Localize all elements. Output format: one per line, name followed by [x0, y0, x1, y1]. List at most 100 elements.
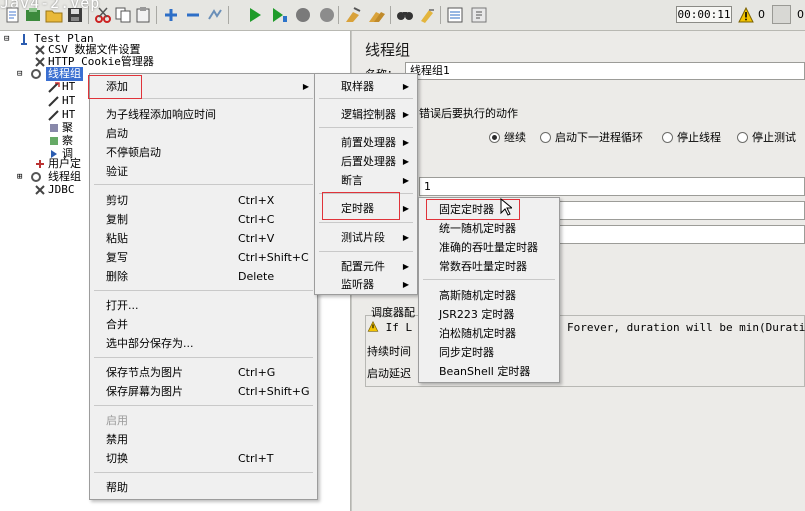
collapse-icon[interactable] [184, 6, 202, 24]
menu-item-validate[interactable]: 验证 [90, 162, 317, 181]
mouse-cursor-icon [500, 198, 512, 216]
tree-item-aggregate[interactable]: 聚 [62, 121, 73, 135]
radio-start-next-loop[interactable]: 启动下一进程循环 [540, 129, 643, 145]
scheduler-warning-text: If L [385, 321, 413, 334]
toolbar-separator [390, 6, 391, 24]
tree-toggle-icon[interactable]: ⊞ [17, 170, 22, 184]
radio-stop-test[interactable]: 停止测试 [737, 129, 796, 145]
submenu-arrow-icon: ▶ [402, 157, 409, 166]
thread-group-icon [31, 69, 41, 79]
scheduler-warning-tail: Forever, duration will be min(Duration, [567, 321, 805, 334]
function-helper-icon[interactable] [446, 6, 464, 24]
paste-icon[interactable] [134, 6, 152, 24]
radio-button[interactable] [540, 131, 551, 143]
menu-item-duplicate[interactable]: 复写 Ctrl+Shift+C [90, 248, 317, 267]
copy-icon[interactable] [114, 6, 132, 24]
submenu-arrow-icon: ▶ [402, 233, 409, 242]
submenu-item-post-processor[interactable]: 后置处理器 ▶ [315, 152, 417, 171]
cut-icon[interactable] [94, 6, 112, 24]
scheduler-warning: If L Forever, duration will be min(Durat… [367, 320, 805, 334]
timer-item-uniform-random[interactable]: 统一随机定时器 [419, 219, 559, 238]
timer-item-jsr223[interactable]: JSR223 定时器 [419, 305, 559, 324]
menu-item-copy[interactable]: 复制 Ctrl+C [90, 210, 317, 229]
submenu-item-pre-processor[interactable]: 前置处理器 ▶ [315, 133, 417, 152]
submenu-item-listener[interactable]: 监听器 ▶ [315, 275, 417, 294]
add-submenu: 取样器 ▶ 逻辑控制器 ▶ 前置处理器 ▶ 后置处理器 ▶ 断言 ▶ 定时器 ▶ 测试片段 ▶… [314, 73, 418, 295]
open-icon[interactable] [45, 6, 63, 24]
timer-item-precise-throughput[interactable]: 准确的吞吐量定时器 [419, 238, 559, 257]
http-sampler-icon [48, 82, 60, 93]
error-action-title: 错误后要执行的动作 [419, 107, 518, 120]
timer-item-synchronizing[interactable]: 同步定时器 [419, 343, 559, 362]
save-icon[interactable] [66, 6, 84, 24]
warning-icon[interactable] [738, 7, 754, 23]
submenu-item-assertion[interactable]: 断言 ▶ [315, 171, 417, 190]
submenu-item-test-fragment[interactable]: 测试片段 ▶ [315, 228, 417, 247]
tree-toggle-icon[interactable]: ⊟ [17, 67, 22, 81]
menu-item-help[interactable]: 帮助 [90, 478, 317, 497]
radio-button[interactable] [489, 131, 500, 143]
menu-item-save-selection[interactable]: 选中部分保存为... [90, 334, 317, 353]
timer-item-poisson-random[interactable]: 泊松随机定时器 [419, 324, 559, 343]
timer-item-gaussian-random[interactable]: 高斯随机定时器 [419, 286, 559, 305]
submenu-item-sampler[interactable]: 取样器 ▶ [315, 77, 417, 96]
submenu-item-logic-controller[interactable]: 逻辑控制器 ▶ [315, 105, 417, 124]
thread-group-icon [31, 172, 41, 182]
radio-stop-thread[interactable]: 停止线程 [662, 129, 721, 145]
tree-item-http-2[interactable]: HT [62, 94, 75, 108]
submenu-arrow-icon: ▶ [402, 262, 409, 271]
menu-item-add[interactable]: 添加 ▶ [90, 77, 317, 96]
clear-icon[interactable] [344, 6, 362, 24]
clear-all-icon[interactable] [368, 6, 386, 24]
menu-item-save-node-image[interactable]: 保存节点为图片 Ctrl+G [90, 363, 317, 382]
tree-item-jdbc[interactable]: JDBC [48, 183, 75, 197]
timer-item-constant-throughput[interactable]: 常数吞吐量定时器 [419, 257, 559, 276]
toggle-icon[interactable] [206, 6, 224, 24]
menu-item-start-no-pause[interactable]: 不停顿启动 [90, 143, 317, 162]
threads-field[interactable]: 1 [419, 177, 805, 196]
toolbar-separator [228, 6, 229, 24]
toolbar-separator [156, 6, 157, 24]
submenu-arrow-icon: ▶ [402, 176, 409, 185]
new-icon[interactable] [4, 6, 22, 24]
tree-item-http-3[interactable]: HT [62, 108, 75, 122]
timer-item-constant[interactable]: 固定定时器 [419, 200, 559, 219]
tree-item-thread-group[interactable]: 线程组 [46, 67, 83, 81]
radio-continue[interactable]: 继续 [489, 129, 526, 145]
config-icon [35, 45, 45, 55]
start-no-pause-icon[interactable] [270, 6, 288, 24]
tree-item-view[interactable]: 察 [62, 134, 73, 148]
menu-item-open[interactable]: 打开... [90, 296, 317, 315]
menu-item-cut[interactable]: 剪切 Ctrl+X [90, 191, 317, 210]
menu-item-add-response-time[interactable]: 为子线程添加响应时间 [90, 105, 317, 124]
listener-icon [50, 124, 58, 132]
tree-item-user-params[interactable]: 用户定 [48, 157, 81, 171]
search-icon[interactable] [396, 6, 414, 24]
menu-item-toggle[interactable]: 切换 Ctrl+T [90, 449, 317, 468]
submenu-item-config-element[interactable]: 配置元件 ▶ [315, 257, 417, 276]
expand-icon[interactable] [162, 6, 180, 24]
radio-button[interactable] [662, 131, 673, 143]
reset-search-icon[interactable] [418, 6, 436, 24]
tree-toggle-icon[interactable]: ⊟ [4, 32, 9, 46]
submenu-item-timer[interactable]: 定时器 ▶ [315, 199, 417, 218]
warning-icon [367, 320, 379, 332]
menu-item-paste[interactable]: 粘贴 Ctrl+V [90, 229, 317, 248]
start-icon[interactable] [246, 6, 264, 24]
help-icon[interactable] [470, 6, 488, 24]
menu-item-start[interactable]: 启动 [90, 124, 317, 143]
menu-item-disable[interactable]: 禁用 [90, 430, 317, 449]
name-field[interactable]: 线程组1 [405, 62, 805, 80]
radio-button[interactable] [737, 131, 748, 143]
tree-item-thread-group-2[interactable]: 线程组 [48, 170, 81, 184]
tree-item-http-1[interactable]: HT [62, 80, 75, 94]
http-sampler-icon [48, 110, 59, 121]
menu-item-save-screen-image[interactable]: 保存屏幕为图片 Ctrl+Shift+G [90, 382, 317, 401]
menu-item-merge[interactable]: 合并 [90, 315, 317, 334]
template-icon[interactable] [24, 6, 42, 24]
shutdown-icon[interactable] [318, 6, 336, 24]
duration-label: 持续时间 [367, 345, 411, 358]
stop-icon[interactable] [294, 6, 312, 24]
timer-item-beanshell[interactable]: BeanShell 定时器 [419, 362, 559, 381]
menu-item-delete[interactable]: 删除 Delete [90, 267, 317, 286]
